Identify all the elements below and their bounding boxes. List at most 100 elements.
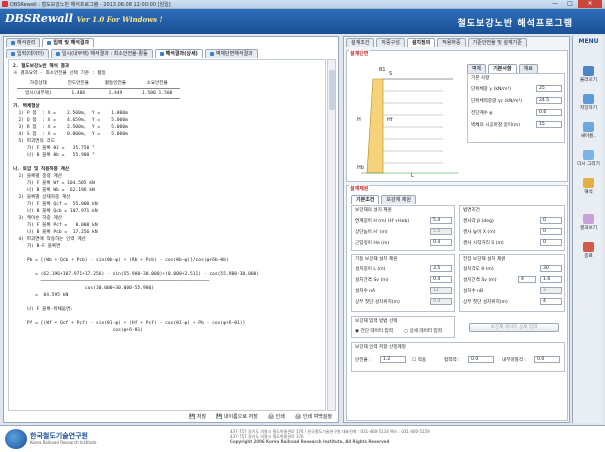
slope-angle-input[interactable]: 0 [540,217,562,224]
krri-logo-icon [5,429,27,449]
disk-icon [583,122,594,132]
install-angle-input[interactable]: 30 [540,265,562,272]
shear-coef-label: 전단계수 φ [471,111,493,116]
tab-input-results[interactable]: 입력 및 해석결과 [42,38,95,47]
tab-wall[interactable]: 벽체 [467,64,487,73]
doc-line: = (62.196+107.971+17.256) · sin(55.980-3… [13,272,260,277]
doc-line: 나) F 블록-뒤채움면: [13,307,74,312]
apply-checkbox[interactable]: ☐ 적용 [412,357,426,363]
save-button[interactable]: 💾 저장 [189,413,206,420]
unit-weight-input[interactable]: 25 [536,85,562,92]
install-spacing-input[interactable]: 0.4 [430,276,452,283]
top-height-input[interactable]: 5.0 [430,228,452,235]
menu-exit[interactable]: 종료 [573,242,604,259]
footer-address: 437-757 경기도 의왕시 철도박물관로 176 / 한국철도기술연구원 대… [230,429,602,444]
friction-length-input[interactable]: 15 [536,121,562,128]
maximize-button[interactable]: □ [563,0,577,8]
close-button[interactable]: ✕ [578,0,602,8]
tab-basic[interactable]: 기본사항 [488,64,517,73]
table-cell: 1.500 1.500 [133,88,181,99]
column-reinf-group: 기둥 보강재 설치 제원 설치길이 L (m) 3.5 설치간격 Sv (m) … [351,254,455,312]
install-count-label: 설치수 nA [355,289,376,294]
menu-title: MENU [578,38,599,45]
scrollbar-thumb[interactable] [329,70,335,110]
doc-line: 가) F 블록 Pcf = 0.000 kN [13,223,98,228]
dim-hf: Hf [387,117,393,123]
radio-simple[interactable]: ◉ 간단 데이터 입력 [355,328,393,334]
shear-coef-input[interactable]: 0.6 [536,109,562,116]
adhesion-input[interactable]: 0.0 [468,356,494,363]
first-row-input[interactable]: 0.4 [430,298,452,305]
full-spacing-stepper[interactable]: 4 [518,276,536,283]
install-length-input[interactable]: 3.5 [430,265,452,272]
menu-save[interactable]: 저장하기 [573,94,604,111]
full-first-row-input[interactable]: 4 [540,298,562,305]
embed-depth-input[interactable]: 0.4 [430,239,452,246]
tab-input-data[interactable]: 입력(데이터) [6,49,49,58]
tab-self-weight[interactable]: 자중구성 [376,38,405,47]
doc-line: 3) 케이슨 하중 계산 [13,216,62,221]
menu-open[interactable]: 불러오기 [573,66,604,83]
doc-line: 가) B-F 블록면 [13,244,61,249]
tab-detail-result[interactable]: 해석결과(상세) [154,49,203,58]
doc-summary: ※ 결과요약 - 최소안전율 선택 기준 : 활동 [13,71,106,76]
doc-line: 가) F 블록 θ1 = 35.750 ° [13,146,95,151]
print-margin-button[interactable]: 🖨 인쇄 여백설정 [295,413,332,420]
table-header: 소요안전율 [133,79,181,89]
adhesion-label: 접착력 : [444,358,460,363]
reinforcement-group: 설계제원 기본조건 보강재 제원 보강재의 설치 제원 연계길이 H (m) (… [346,185,568,421]
input-method-group: 보강재 입력 방법 선택 ◉ 간단 데이터 입력 ○ 상세 데이터 입력 [351,316,455,338]
tab-temp-result[interactable]: 일시(내부랙) 해석결과 : 최소안전율-활동 [50,49,153,58]
tab-material[interactable]: 재료 [518,64,538,73]
save-as-button[interactable]: 💾 내이름으로 저장 [216,413,258,420]
group-title: 법면조건 [463,208,480,213]
table-header: 활동안전율 [96,79,134,89]
tab-reinf-spec[interactable]: 보강재 제원 [381,195,416,204]
doc-line: 1) P 점 : X = 2.500m, Y = 1.800m [13,111,128,116]
tab-design-cond[interactable]: 설계조건 [346,38,375,47]
app-header: DBSRewall Ver 1.0 For Windows ! 철도보강노반 해… [0,9,605,34]
menu-save-as[interactable]: 새이름.. [573,122,604,139]
tab-analysis-manage[interactable]: 해석관리 [6,38,41,47]
detail-input-button[interactable]: 보강재 데이터 상세 입력 [469,323,559,332]
print-button[interactable]: 🖨 인쇄 [268,413,285,420]
menu-analyze[interactable]: 해석 [573,178,604,195]
dim-h: H [357,117,361,123]
sub-tabs: 입력(데이터) 일시(내부랙) 해석결과 : 최소안전율-활동 해석결과(상세)… [6,49,258,58]
tab-load[interactable]: 작용하중 [437,38,466,47]
radio-detail[interactable]: ○ 상세 데이터 입력 [404,328,442,334]
full-count-input[interactable]: 3 [540,287,562,294]
full-spacing-label: 설치간격 Sv (m) [463,278,497,283]
table-header: 하중상태 [17,79,60,89]
app-icon [2,1,8,7]
doc-line: 4) S 점 : X = 0.000m, Y = 5.000m [13,132,128,137]
doc-scrollbar[interactable] [327,59,336,411]
app-title: 철도보강노반 해석프로그램 [457,19,573,29]
table-row: 일시(내부랙) 1.486 1.449 1.500 1.500 [17,88,181,99]
slope-angle-label: 경사각 β (deg) [463,219,494,224]
internal-friction-input[interactable]: 0.0 [534,356,560,363]
tab-criteria[interactable]: 기준안전율 및 설계기준 [467,38,527,47]
install-count-input[interactable]: 12 [430,287,452,294]
menu-results[interactable]: 결과보기 [573,214,604,231]
slope-height-input[interactable]: 0 [540,228,562,235]
slope-start-input[interactable]: 0 [540,239,562,246]
safety-factor-label: 안전율 : [355,358,371,363]
menu-redraw[interactable]: 다시 그리기 [573,150,604,167]
tab-basic-cond[interactable]: 기본조건 [351,195,380,204]
tab-install[interactable]: 설치정의 [406,38,436,47]
dim-hb: Hb [357,165,364,171]
safety-factor-input[interactable]: 1.2 [380,356,406,363]
doc-line: 2) 블록별 상재하중 계산 [13,195,71,200]
doc-line [13,299,321,306]
group-title: 보강재의 설치 제원 [355,208,392,213]
unit-volume-input[interactable]: 24.5 [536,97,562,104]
table-cell: 1.449 [96,88,134,99]
slope-height-label: 경사 높이 X (m) [463,230,496,235]
group-title: 보강재 인력 저항 산정계정 [355,345,406,350]
tab-wall-section-result[interactable]: 벽체단면해석결과 [204,49,258,58]
minimize-button[interactable]: — [548,0,562,8]
app-logo: DBSRewall Ver 1.0 For Windows ! [5,12,163,25]
total-height-input[interactable]: 5.4 [430,217,452,224]
full-spacing-input[interactable]: 1.6 [540,276,562,283]
